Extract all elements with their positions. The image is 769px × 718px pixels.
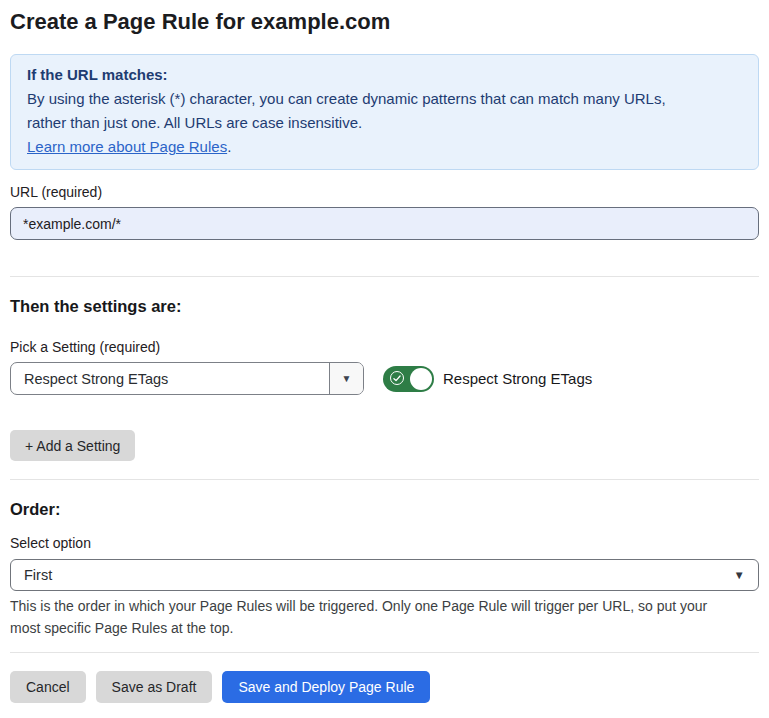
link-suffix: . (227, 138, 231, 155)
setting-row: Respect Strong ETags ▼ Respect Strong ET… (10, 362, 759, 395)
setting-dropdown[interactable]: Respect Strong ETags ▼ (10, 362, 364, 395)
dropdown-arrow-button[interactable]: ▼ (329, 363, 363, 394)
select-option-label: Select option (10, 535, 759, 551)
chevron-down-icon: ▼ (734, 569, 745, 581)
divider (10, 479, 759, 480)
save-deploy-button[interactable]: Save and Deploy Page Rule (222, 671, 430, 703)
add-setting-button[interactable]: + Add a Setting (10, 430, 135, 461)
toggle-knob (410, 368, 432, 390)
order-select[interactable]: First ▼ (10, 559, 759, 591)
footer-actions: Cancel Save as Draft Save and Deploy Pag… (10, 671, 759, 703)
url-label: URL (required) (10, 184, 759, 200)
order-heading: Order: (10, 500, 759, 518)
check-icon (390, 371, 404, 385)
chevron-down-icon: ▼ (342, 373, 352, 384)
setting-dropdown-value: Respect Strong ETags (11, 363, 329, 394)
order-help-text: This is the order in which your Page Rul… (10, 596, 732, 639)
page-rule-form: Create a Page Rule for example.com If th… (0, 8, 769, 703)
order-select-value: First (24, 567, 52, 583)
page-title: Create a Page Rule for example.com (10, 8, 759, 35)
info-box-body: By using the asterisk (*) character, you… (27, 87, 687, 135)
info-box-link-line: Learn more about Page Rules. (27, 135, 742, 159)
cancel-button[interactable]: Cancel (10, 671, 86, 703)
url-input[interactable] (10, 207, 759, 240)
url-match-info-box: If the URL matches: By using the asteris… (10, 54, 759, 170)
learn-more-link[interactable]: Learn more about Page Rules (27, 138, 227, 155)
settings-heading: Then the settings are: (10, 297, 759, 315)
setting-toggle[interactable] (383, 366, 434, 392)
info-box-heading: If the URL matches: (27, 63, 742, 87)
setting-toggle-label: Respect Strong ETags (443, 370, 592, 387)
divider (10, 276, 759, 277)
divider (10, 652, 759, 653)
pick-setting-label: Pick a Setting (required) (10, 339, 759, 355)
save-draft-button[interactable]: Save as Draft (96, 671, 213, 703)
